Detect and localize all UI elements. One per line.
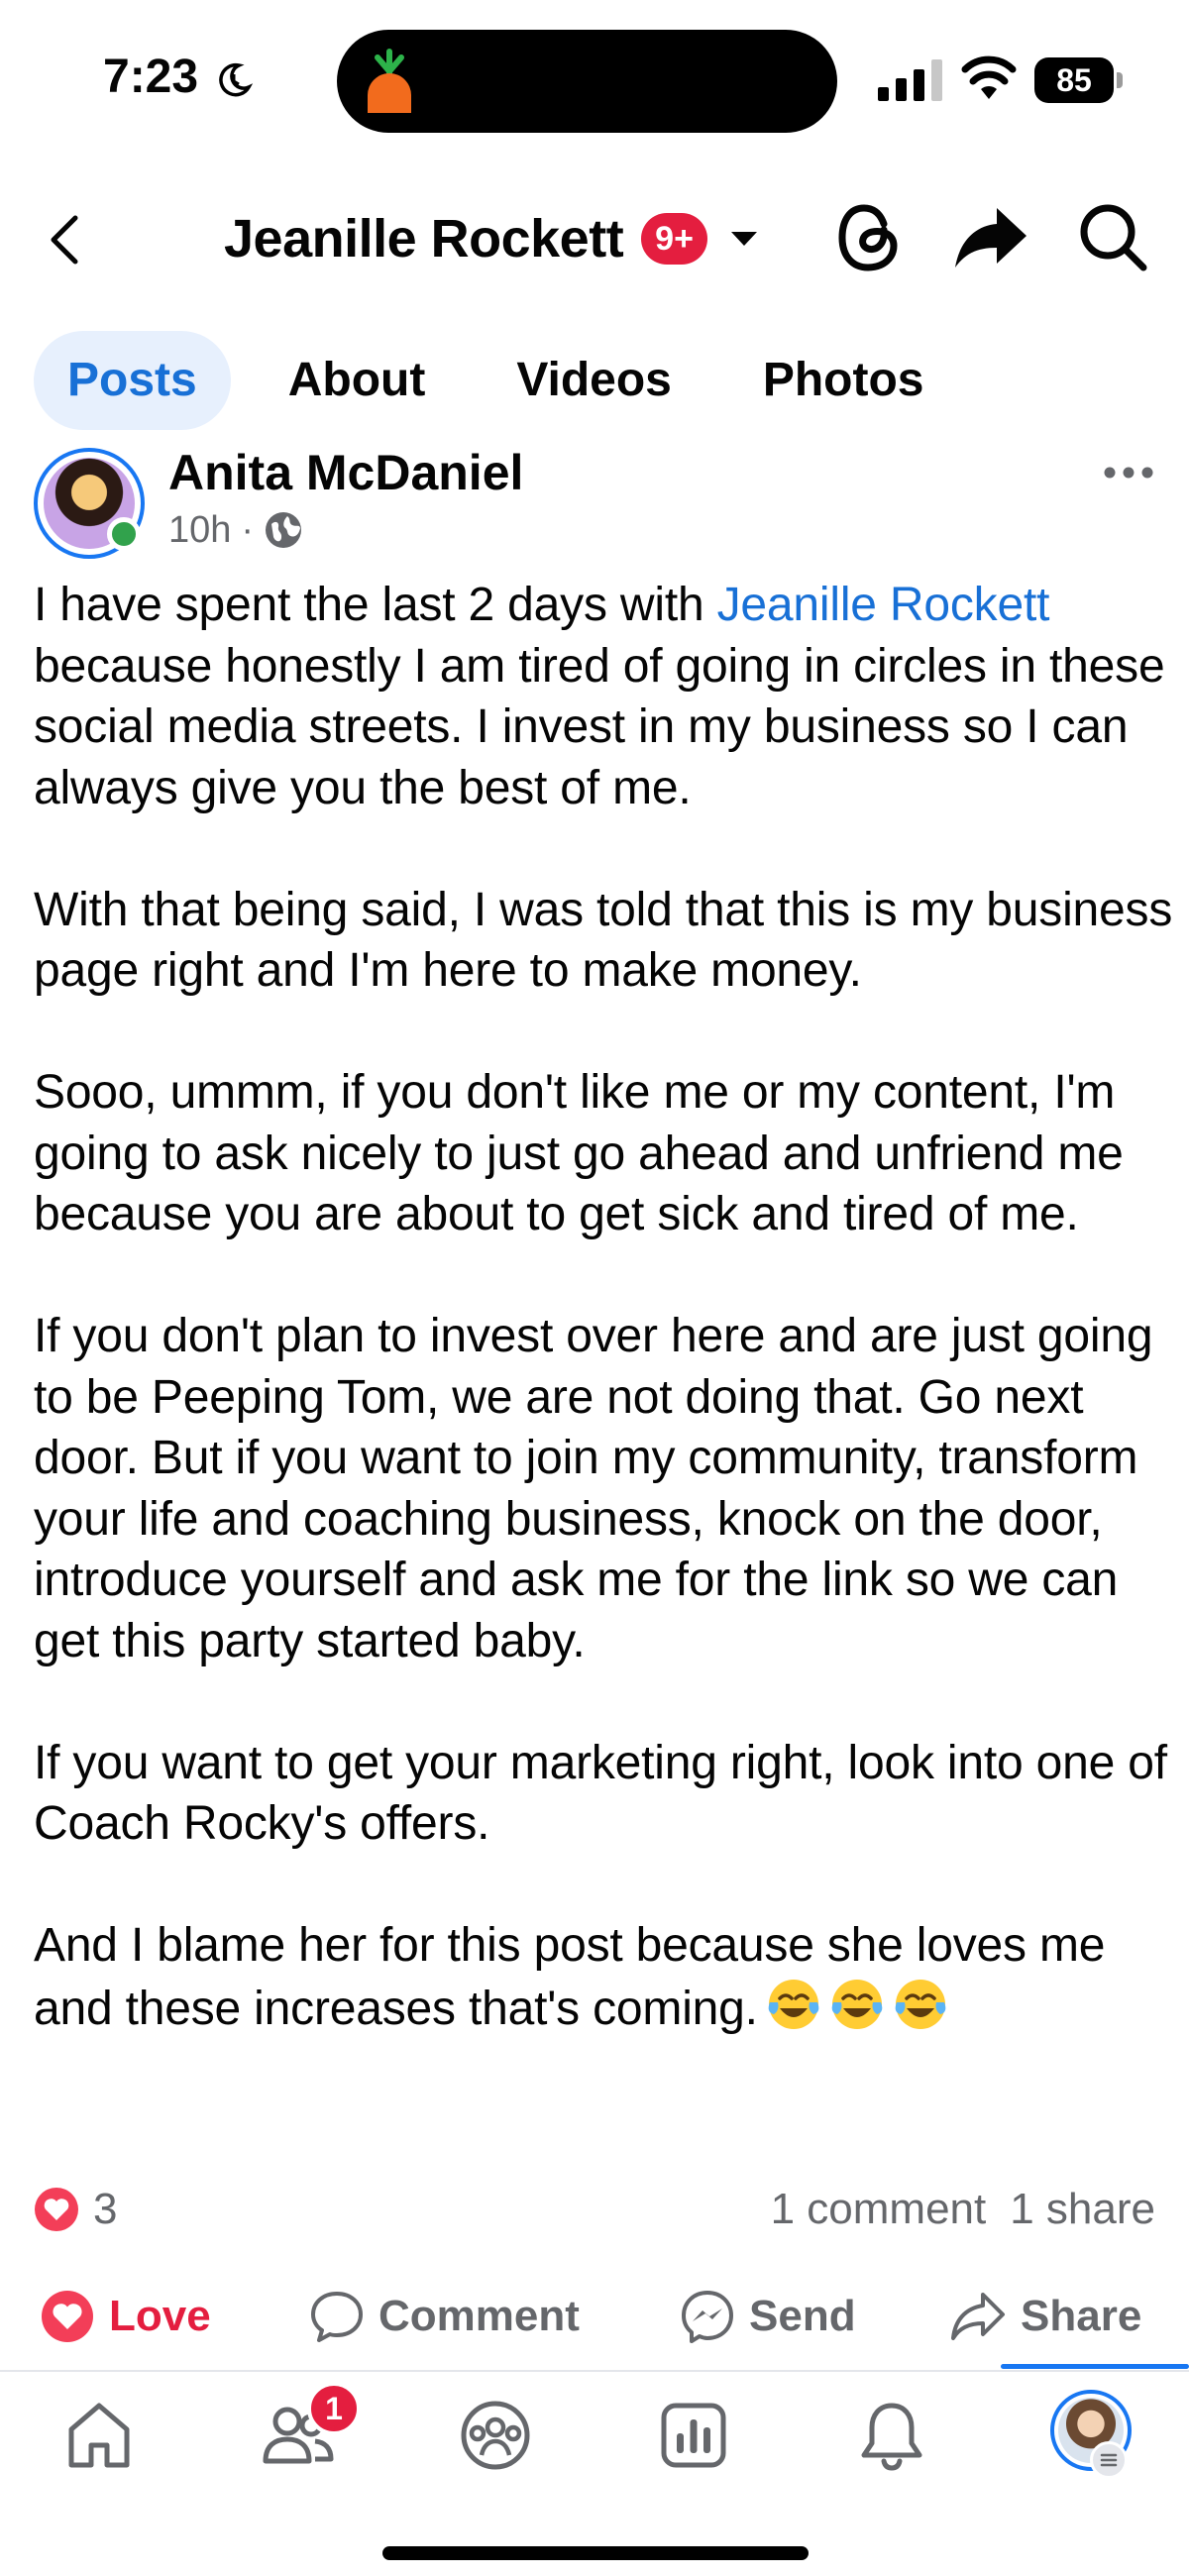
battery-icon: 85 [1034, 57, 1123, 103]
share-label: Share [1021, 2292, 1142, 2340]
more-options-icon[interactable] [1102, 458, 1155, 487]
menu-icon[interactable] [1090, 2441, 1128, 2479]
status-time: 7:23 [103, 51, 199, 103]
reaction-summary[interactable]: 3 [34, 2180, 117, 2239]
post-author-name[interactable]: Anita McDaniel [168, 444, 523, 501]
carrot-app-icon [368, 49, 411, 113]
share-arrow-icon[interactable] [953, 204, 1028, 271]
share-button[interactable]: Share [949, 2269, 1141, 2364]
globe-icon [266, 512, 302, 548]
reaction-count: 3 [93, 2185, 118, 2233]
status-bar: 7:23 85 [0, 0, 1189, 159]
scroll-progress-indicator [1001, 2364, 1189, 2369]
wifi-icon [961, 55, 1017, 99]
page-switcher[interactable]: Jeanille Rockett 9+ [224, 204, 759, 273]
post-text-segment: I have spent the last 2 days with [34, 579, 717, 631]
comment-icon [311, 2292, 363, 2342]
post-paragraph: And I blame her for this post because sh… [34, 1915, 1173, 2039]
comment-button[interactable]: Comment [309, 2269, 580, 2364]
post-text-segment: because honestly I am tired of going in … [34, 639, 1165, 814]
profile-tabs: Posts About Videos Photos [34, 331, 982, 430]
groups-icon[interactable] [456, 2396, 535, 2475]
home-icon[interactable] [59, 2396, 139, 2475]
post-paragraph: Sooo, ummm, if you don't like me or my c… [34, 1066, 1124, 1240]
notification-badge: 9+ [641, 213, 707, 265]
love-reaction-icon [35, 2188, 78, 2231]
messenger-icon [682, 2291, 733, 2343]
page-header: Jeanille Rockett 9+ [0, 168, 1189, 307]
send-button[interactable]: Send [680, 2269, 856, 2364]
comment-count[interactable]: 1 comment [771, 2185, 987, 2234]
engagement-stats: 1 comment 1 share [771, 2180, 1155, 2239]
post-meta: 10h · [168, 505, 303, 555]
share-icon [951, 2293, 1005, 2340]
battery-level: 85 [1034, 57, 1114, 103]
friends-badge: 1 [307, 2382, 361, 2435]
tab-photos[interactable]: Photos [729, 331, 958, 430]
love-icon [42, 2291, 93, 2342]
mention-link[interactable]: Jeanille Rockett [717, 579, 1050, 631]
post-paragraph: If you don't plan to invest over here an… [34, 1310, 1153, 1667]
home-indicator[interactable] [382, 2546, 809, 2560]
post-text: I have spent the last 2 days with Jeanil… [34, 575, 1173, 2039]
post-paragraph: With that being said, I was told that th… [34, 883, 1173, 998]
love-button[interactable]: Love [40, 2269, 211, 2364]
bottom-navigation [0, 2372, 1189, 2521]
notifications-icon[interactable] [852, 2396, 931, 2475]
threads-icon[interactable] [834, 200, 904, 275]
post-action-bar: Love Comment Send Share [0, 2269, 1189, 2364]
menu-lines-icon [1100, 2453, 1118, 2467]
post-paragraph: If you want to get your marketing right,… [34, 1736, 1167, 1851]
love-label: Love [109, 2292, 211, 2340]
meta-separator: · [241, 508, 255, 551]
tab-posts[interactable]: Posts [34, 331, 231, 430]
back-icon[interactable] [40, 208, 91, 271]
signal-icon [878, 59, 942, 101]
tears-of-joy-icon [831, 1979, 883, 2029]
post-paragraph: I have spent the last 2 days with Jeanil… [34, 575, 1173, 818]
dropdown-caret-icon[interactable] [729, 229, 759, 249]
search-icon[interactable] [1078, 202, 1147, 271]
comment-label: Comment [378, 2292, 580, 2340]
post-time[interactable]: 10h [168, 509, 231, 552]
tears-of-joy-icon [895, 1979, 946, 2029]
tab-videos[interactable]: Videos [483, 331, 705, 430]
page-title: Jeanille Rockett [224, 209, 624, 268]
tears-of-joy-icon [768, 1979, 819, 2029]
moon-clock-icon [219, 62, 254, 97]
dashboard-icon[interactable] [654, 2396, 733, 2475]
share-count[interactable]: 1 share [1010, 2185, 1155, 2234]
online-status-dot [107, 517, 141, 551]
tab-about[interactable]: About [255, 331, 460, 430]
send-label: Send [749, 2292, 856, 2340]
